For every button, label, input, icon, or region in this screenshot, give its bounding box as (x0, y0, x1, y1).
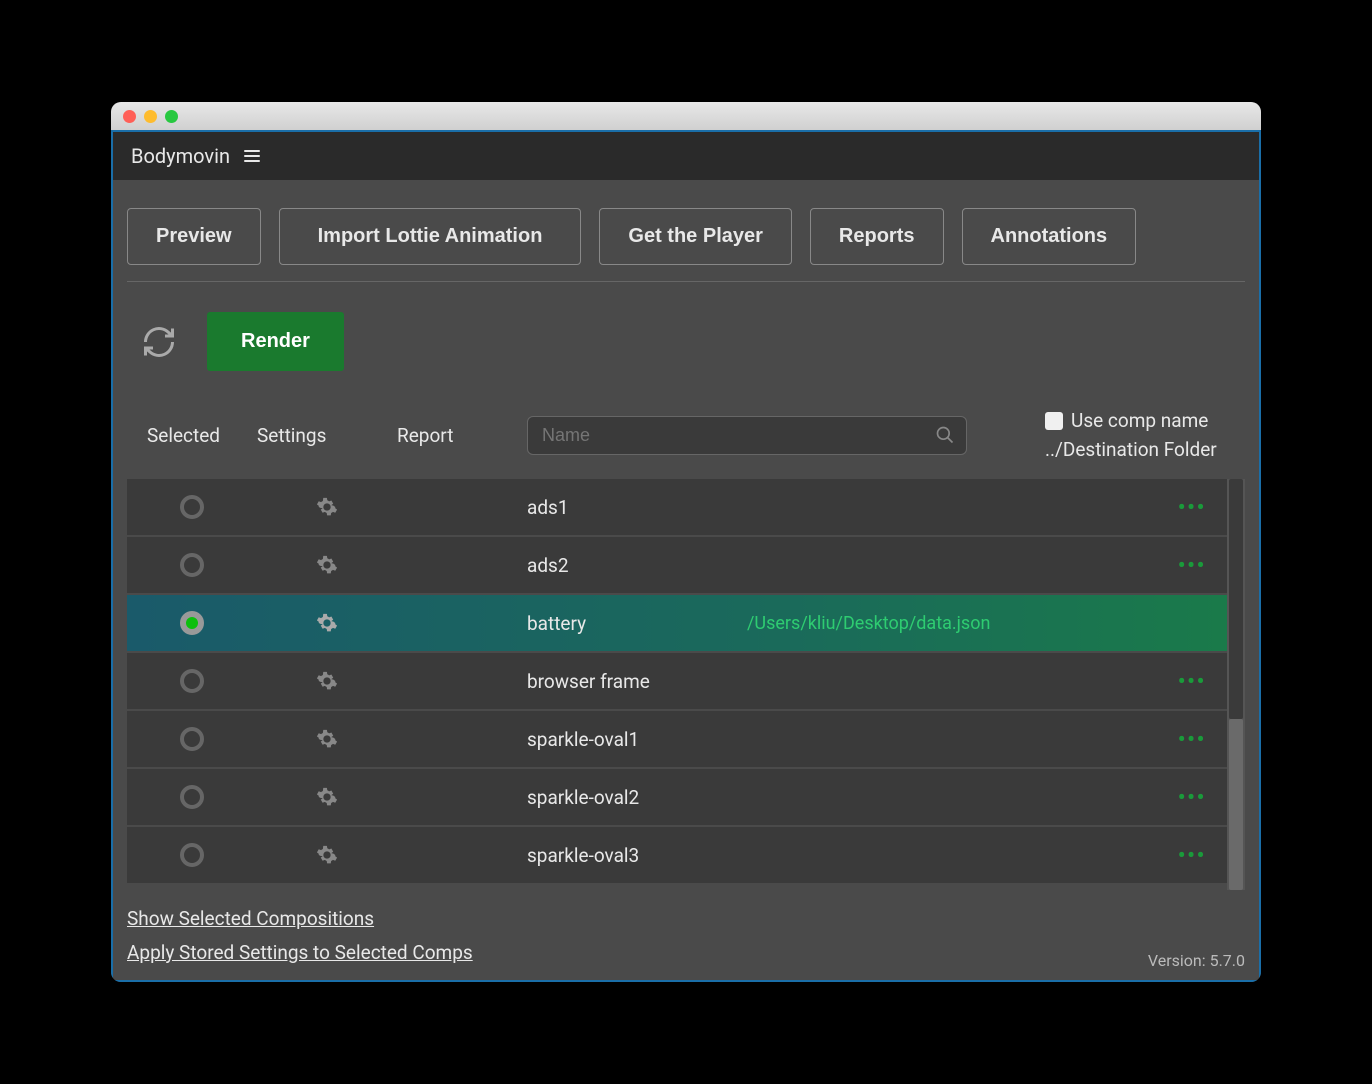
show-selected-link[interactable]: Show Selected Compositions (127, 902, 473, 936)
maximize-window-button[interactable] (165, 110, 178, 123)
select-radio[interactable] (180, 553, 204, 577)
row-settings-button[interactable] (257, 728, 397, 750)
annotations-button[interactable]: Annotations (962, 208, 1137, 265)
app-content: Bodymovin Preview Import Lottie Animatio… (111, 130, 1261, 982)
table-row[interactable]: sparkle-oval1 ••• (127, 711, 1227, 767)
more-options-button[interactable]: ••• (1157, 843, 1227, 867)
gear-icon (316, 554, 338, 576)
composition-table: ads1 ••• ads2 ••• battery /Users/kliu/De… (127, 479, 1245, 890)
composition-name: ads2 (527, 554, 747, 577)
select-radio[interactable] (180, 843, 204, 867)
more-icon: ••• (1178, 495, 1206, 519)
get-player-button[interactable]: Get the Player (599, 208, 792, 265)
use-comp-name-checkbox[interactable]: Use comp name (1045, 409, 1245, 432)
search-icon (935, 425, 955, 445)
reports-button[interactable]: Reports (810, 208, 944, 265)
select-radio[interactable] (180, 669, 204, 693)
footer: Show Selected Compositions Apply Stored … (113, 890, 1259, 980)
gear-icon (316, 786, 338, 808)
render-button[interactable]: Render (207, 312, 344, 371)
table-row[interactable]: sparkle-oval3 ••• (127, 827, 1227, 883)
row-settings-button[interactable] (257, 612, 397, 634)
table-row[interactable]: browser frame ••• (127, 653, 1227, 709)
more-options-button[interactable]: ••• (1157, 495, 1227, 519)
select-radio[interactable] (180, 727, 204, 751)
table-row[interactable]: ads2 ••• (127, 537, 1227, 593)
composition-name: sparkle-oval2 (527, 786, 747, 809)
version-label: Version: 5.7.0 (1148, 951, 1245, 970)
search-input[interactable] (527, 416, 967, 455)
composition-name: browser frame (527, 670, 747, 693)
composition-name: ads1 (527, 496, 747, 519)
close-window-button[interactable] (123, 110, 136, 123)
more-icon: ••• (1178, 669, 1206, 693)
more-icon: ••• (1178, 843, 1206, 867)
nav-button-row: Preview Import Lottie Animation Get the … (113, 180, 1259, 281)
composition-name: sparkle-oval3 (527, 844, 747, 867)
menu-icon[interactable] (244, 150, 260, 162)
table-row[interactable]: sparkle-oval2 ••• (127, 769, 1227, 825)
more-icon: ••• (1178, 553, 1206, 577)
gear-icon (316, 728, 338, 750)
scrollbar-thumb[interactable] (1229, 479, 1243, 719)
use-comp-name-label: Use comp name (1071, 409, 1208, 432)
more-options-button[interactable]: ••• (1157, 669, 1227, 693)
table-body: ads1 ••• ads2 ••• battery /Users/kliu/De… (127, 479, 1227, 890)
more-options-button[interactable]: ••• (1157, 785, 1227, 809)
more-options-button[interactable]: ••• (1157, 553, 1227, 577)
columns-header: Selected Settings Report Use comp name .… (113, 401, 1259, 479)
row-settings-button[interactable] (257, 496, 397, 518)
app-window: Bodymovin Preview Import Lottie Animatio… (111, 102, 1261, 982)
more-icon: ••• (1178, 785, 1206, 809)
table-row[interactable]: ads1 ••• (127, 479, 1227, 535)
footer-links: Show Selected Compositions Apply Stored … (127, 902, 473, 970)
refresh-icon[interactable] (141, 324, 177, 360)
apply-settings-link[interactable]: Apply Stored Settings to Selected Comps (127, 936, 473, 970)
import-lottie-button[interactable]: Import Lottie Animation (279, 208, 582, 265)
render-row: Render (113, 282, 1259, 401)
destination-folder-label: ../Destination Folder (1045, 438, 1245, 461)
column-settings: Settings (257, 424, 397, 447)
scrollbar-track-lower (1229, 719, 1243, 890)
select-radio[interactable] (180, 611, 204, 635)
row-settings-button[interactable] (257, 786, 397, 808)
minimize-window-button[interactable] (144, 110, 157, 123)
select-radio[interactable] (180, 785, 204, 809)
more-options-button[interactable]: ••• (1157, 727, 1227, 751)
app-header: Bodymovin (113, 132, 1259, 180)
composition-path: /Users/kliu/Desktop/data.json (747, 613, 1157, 634)
gear-icon (316, 496, 338, 518)
preview-button[interactable]: Preview (127, 208, 261, 265)
column-report: Report (397, 424, 527, 447)
row-settings-button[interactable] (257, 844, 397, 866)
checkbox-icon (1045, 412, 1063, 430)
scrollbar[interactable] (1227, 479, 1245, 890)
composition-name: sparkle-oval1 (527, 728, 747, 751)
composition-name: battery (527, 612, 747, 635)
app-title: Bodymovin (131, 144, 230, 168)
gear-icon (316, 612, 338, 634)
row-settings-button[interactable] (257, 670, 397, 692)
titlebar (111, 102, 1261, 130)
gear-icon (316, 670, 338, 692)
select-radio[interactable] (180, 495, 204, 519)
destination-column: Use comp name ../Destination Folder (1045, 409, 1245, 461)
column-selected: Selected (127, 424, 257, 447)
more-icon: ••• (1178, 727, 1206, 751)
row-settings-button[interactable] (257, 554, 397, 576)
gear-icon (316, 844, 338, 866)
table-row[interactable]: battery /Users/kliu/Desktop/data.json (127, 595, 1227, 651)
search-wrap (527, 416, 967, 455)
